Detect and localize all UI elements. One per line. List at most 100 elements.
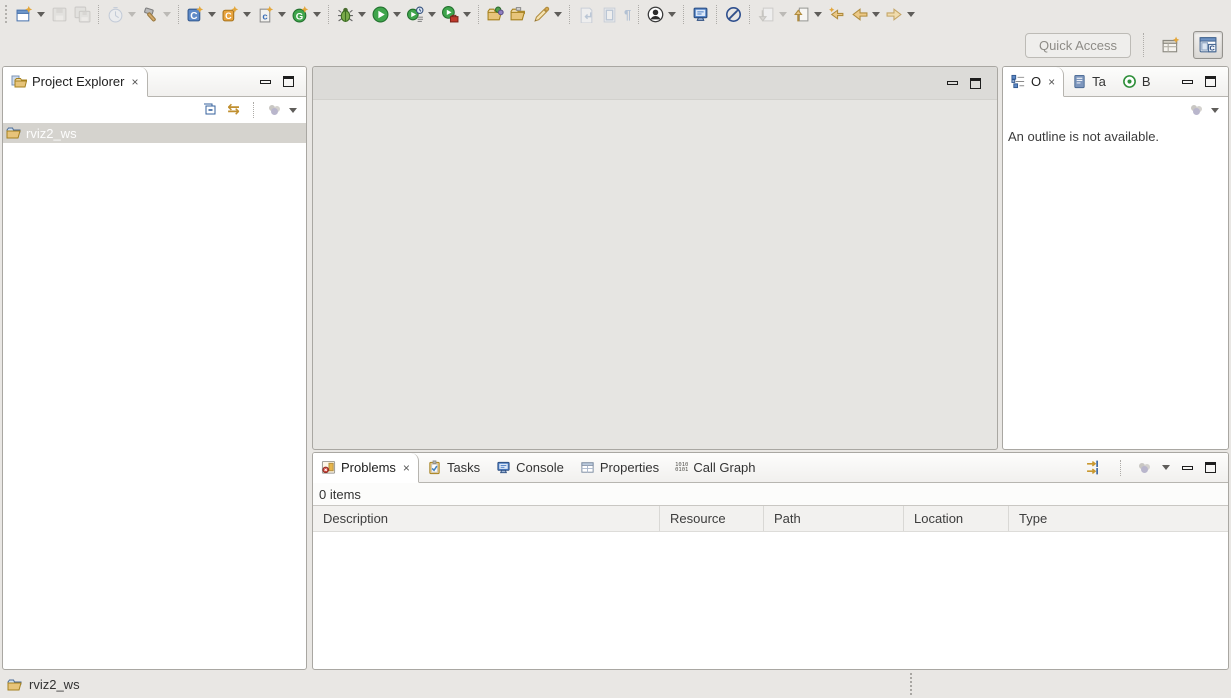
- tab-label: Tasks: [447, 460, 480, 475]
- external-tools-dropdown[interactable]: [463, 12, 471, 17]
- view-menu-dropdown[interactable]: [1162, 465, 1170, 470]
- save-all-button[interactable]: [71, 2, 94, 26]
- profile-dropdown[interactable]: [428, 12, 436, 17]
- back-dropdown[interactable]: [872, 12, 880, 17]
- minimize-icon[interactable]: [1182, 466, 1193, 470]
- column-header-description[interactable]: Description: [313, 506, 660, 531]
- view-menu-dots-icon[interactable]: [268, 105, 280, 115]
- new-wizard-dropdown[interactable]: [37, 12, 45, 17]
- status-separator: [910, 673, 912, 695]
- run-icon: [372, 6, 389, 23]
- tab-label: B: [1142, 74, 1151, 89]
- new-c-project-button[interactable]: C: [184, 2, 219, 26]
- schedule-dropdown[interactable]: [128, 12, 136, 17]
- show-whitespace-button[interactable]: ¶: [621, 2, 634, 26]
- new-c-class-button[interactable]: C: [219, 2, 254, 26]
- tab-problems[interactable]: Problems ×: [313, 453, 419, 483]
- forward-button[interactable]: [883, 2, 918, 26]
- build-all-button[interactable]: [139, 2, 174, 26]
- minimize-icon[interactable]: [1182, 80, 1193, 84]
- maximize-icon[interactable]: [1205, 76, 1216, 87]
- previous-annotation-dropdown[interactable]: [814, 12, 822, 17]
- schedule-button[interactable]: [104, 2, 139, 26]
- cpp-perspective-button[interactable]: C: [1193, 31, 1223, 59]
- new-g-item-icon: G: [292, 6, 309, 23]
- focus-on-active-task-icon[interactable]: [1086, 459, 1104, 476]
- open-artifact-button[interactable]: [484, 2, 507, 26]
- tab-tasks[interactable]: Tasks: [419, 453, 488, 482]
- quick-access-button[interactable]: Quick Access: [1025, 33, 1131, 58]
- close-icon[interactable]: ×: [1048, 76, 1055, 88]
- tab-task-list[interactable]: Ta: [1064, 67, 1114, 96]
- view-menu-dots-icon[interactable]: [1138, 463, 1150, 473]
- task-list-icon: [1072, 74, 1087, 89]
- new-c-project-dropdown[interactable]: [208, 12, 216, 17]
- open-perspective-button[interactable]: [1157, 32, 1185, 58]
- new-c-class-dropdown[interactable]: [243, 12, 251, 17]
- svg-text:C: C: [225, 10, 232, 20]
- maximize-icon[interactable]: [283, 76, 294, 87]
- view-menu-dropdown[interactable]: [1211, 108, 1219, 113]
- new-c-file-dropdown[interactable]: [278, 12, 286, 17]
- back-button[interactable]: [848, 2, 883, 26]
- run-button[interactable]: [369, 2, 404, 26]
- close-icon[interactable]: ×: [131, 76, 138, 88]
- maximize-icon[interactable]: [1205, 462, 1216, 473]
- debug-bug-icon: [337, 6, 354, 23]
- toggle-mark-occurrences-button[interactable]: [722, 2, 745, 26]
- project-explorer-icon: [11, 74, 27, 90]
- link-with-doc-button[interactable]: [575, 2, 598, 26]
- user-profile-dropdown[interactable]: [668, 12, 676, 17]
- view-menu-dots-icon[interactable]: [1190, 105, 1202, 115]
- forward-dropdown[interactable]: [907, 12, 915, 17]
- pin-editor-dropdown[interactable]: [554, 12, 562, 17]
- tab-project-explorer[interactable]: Project Explorer ×: [3, 67, 148, 97]
- new-c-file-button[interactable]: c: [254, 2, 289, 26]
- new-wizard-button[interactable]: [13, 2, 48, 26]
- pin-editor-button[interactable]: [530, 2, 565, 26]
- tab-build-targets[interactable]: B: [1114, 67, 1159, 96]
- maximize-icon[interactable]: [970, 78, 981, 89]
- next-annotation-dropdown[interactable]: [779, 12, 787, 17]
- next-annotation-button[interactable]: [755, 2, 790, 26]
- minimize-icon[interactable]: [260, 80, 271, 84]
- run-dropdown[interactable]: [393, 12, 401, 17]
- column-header-resource[interactable]: Resource: [660, 506, 764, 531]
- close-icon[interactable]: ×: [403, 462, 410, 474]
- debug-button[interactable]: [334, 2, 369, 26]
- tree-item-rviz2-ws[interactable]: rviz2_ws: [3, 123, 306, 143]
- build-target-icon: [1122, 74, 1137, 89]
- debug-dropdown[interactable]: [358, 12, 366, 17]
- minimize-icon[interactable]: [947, 81, 958, 85]
- build-all-dropdown[interactable]: [163, 12, 171, 17]
- column-header-path[interactable]: Path: [764, 506, 904, 531]
- last-edit-location-button[interactable]: [825, 2, 848, 26]
- tab-properties[interactable]: Properties: [572, 453, 667, 482]
- open-console-button[interactable]: [689, 2, 712, 26]
- tab-console[interactable]: Console: [488, 453, 572, 482]
- view-menu-dropdown[interactable]: [289, 108, 297, 113]
- tab-label: Console: [516, 460, 564, 475]
- user-profile-button[interactable]: [644, 2, 679, 26]
- profile-button[interactable]: [404, 2, 439, 26]
- tab-label: Project Explorer: [32, 74, 124, 89]
- external-tools-button[interactable]: [439, 2, 474, 26]
- open-folder-button[interactable]: [507, 2, 530, 26]
- next-annotation-icon: [758, 6, 775, 23]
- save-button[interactable]: [48, 2, 71, 26]
- new-c-file-icon: c: [257, 6, 274, 23]
- column-header-location[interactable]: Location: [904, 506, 1009, 531]
- link-with-editor-icon[interactable]: ⇆: [227, 103, 240, 117]
- tab-call-graph[interactable]: 1010 0101 Call Graph: [667, 453, 763, 482]
- block-selection-button[interactable]: [598, 2, 621, 26]
- new-g-item-button[interactable]: G: [289, 2, 324, 26]
- status-folder-icon: [7, 677, 23, 693]
- external-tools-icon: [442, 6, 459, 23]
- console-icon: [496, 460, 511, 475]
- collapse-all-icon[interactable]: [202, 102, 218, 118]
- previous-annotation-button[interactable]: [790, 2, 825, 26]
- column-header-type[interactable]: Type: [1009, 506, 1228, 531]
- editor-area[interactable]: [312, 66, 998, 450]
- tab-outline[interactable]: O ×: [1003, 67, 1064, 97]
- new-g-item-dropdown[interactable]: [313, 12, 321, 17]
